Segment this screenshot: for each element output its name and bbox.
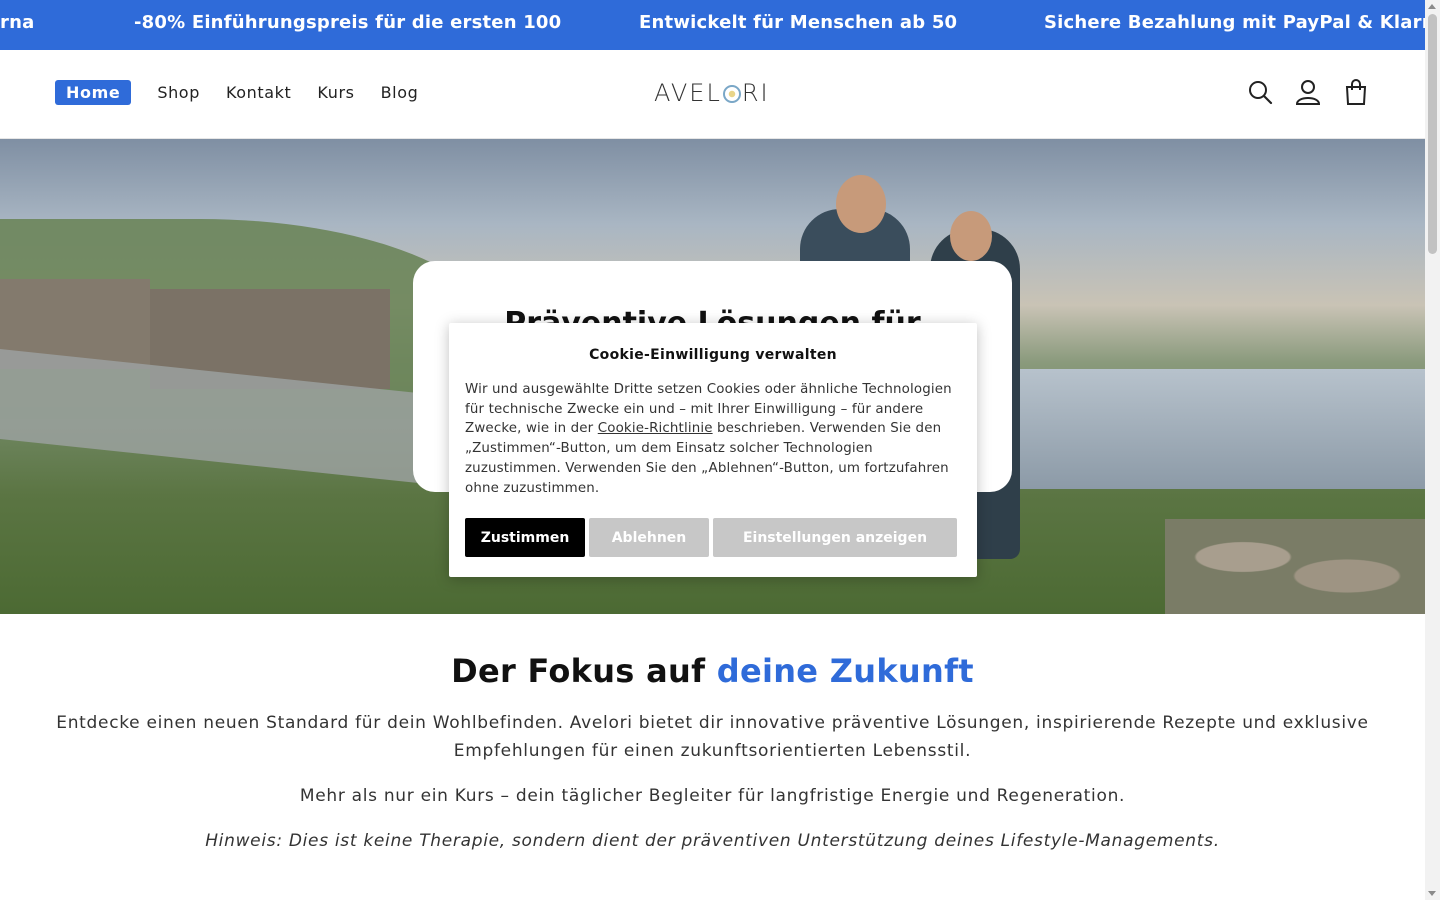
announcement-item: Sichere Bezahlung mit PayPal & Klarna xyxy=(1044,12,1425,33)
hero-rocks xyxy=(1165,519,1425,614)
announcement-item: rna xyxy=(0,12,35,33)
scrollbar-thumb[interactable] xyxy=(1428,14,1437,254)
announcement-item: -80% Einführungspreis für die ersten 100 xyxy=(134,12,562,33)
section-heading-highlight: deine Zukunft xyxy=(716,652,974,690)
account-icon[interactable] xyxy=(1294,78,1324,108)
nav-blog[interactable]: Blog xyxy=(381,83,419,102)
logo-o-icon xyxy=(722,85,741,103)
cart-icon[interactable] xyxy=(1342,78,1372,108)
section-heading: Der Fokus auf deine Zukunft xyxy=(0,652,1425,690)
nav-course[interactable]: Kurs xyxy=(317,83,354,102)
cookie-text: Wir und ausgewählte Dritte setzen Cookie… xyxy=(465,380,961,498)
announcement-item: Entwickelt für Menschen ab 50 xyxy=(639,12,958,33)
disclaimer-text: : Dies ist keine Therapie, sondern dient… xyxy=(276,831,1220,851)
logo-text-start: AVEL xyxy=(654,79,722,107)
scroll-down-icon[interactable] xyxy=(1428,891,1436,896)
nav-home[interactable]: Home xyxy=(55,80,132,105)
scroll-up-icon[interactable] xyxy=(1428,4,1436,9)
hero-runner-man-head xyxy=(836,175,886,233)
main-nav: Home Shop Kontakt Kurs Blog xyxy=(55,80,444,105)
accept-button[interactable]: Zustimmen xyxy=(465,518,585,557)
intro-paragraph: Entdecke einen neuen Standard für dein W… xyxy=(56,713,1369,761)
cookie-policy-link[interactable]: Cookie-Richtlinie xyxy=(598,421,713,436)
nav-contact[interactable]: Kontakt xyxy=(226,83,291,102)
section-heading-start: Der Fokus auf xyxy=(451,652,717,690)
logo-text-end: RI xyxy=(741,79,770,107)
companion-paragraph: Mehr als nur ein Kurs – dein täglicher B… xyxy=(299,786,1126,806)
page-scrollbar[interactable] xyxy=(1425,0,1440,900)
header-icons xyxy=(1246,78,1390,108)
deny-button[interactable]: Ablehnen xyxy=(589,518,709,557)
nav-shop[interactable]: Shop xyxy=(157,83,200,102)
cookie-title: Cookie-Einwilligung verwalten xyxy=(589,347,837,363)
cookie-consent-dialog: Cookie-Einwilligung verwalten Wir und au… xyxy=(449,323,977,577)
search-icon[interactable] xyxy=(1246,78,1276,108)
hero-runner-woman-head xyxy=(950,211,992,261)
disclaimer-label: Hinweis xyxy=(205,831,277,851)
show-settings-button[interactable]: Einstellungen anzeigen xyxy=(713,518,957,557)
site-header: Home Shop Kontakt Kurs Blog AVEL RI xyxy=(0,50,1425,139)
announcement-bar: rna -80% Einführungspreis für die ersten… xyxy=(0,0,1425,50)
disclaimer-note: Hinweis: Dies ist keine Therapie, sonder… xyxy=(40,827,1385,855)
site-logo[interactable]: AVEL RI xyxy=(654,79,770,107)
